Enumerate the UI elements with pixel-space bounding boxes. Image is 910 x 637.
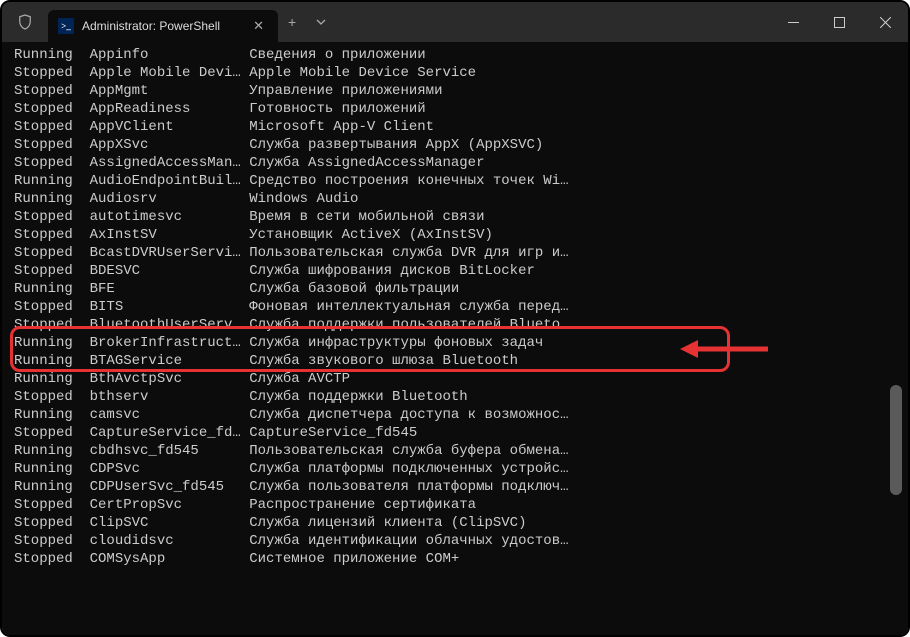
service-row: Stopped BITS Фоновая интеллектуальная сл… (14, 298, 908, 316)
minimize-button[interactable] (770, 2, 816, 42)
close-tab-button[interactable]: ✕ (247, 16, 270, 36)
tab-title: Administrator: PowerShell (82, 19, 239, 33)
service-row: Running camsvc Служба диспетчера доступа… (14, 406, 908, 424)
service-row: Stopped autotimesvc Время в сети мобильн… (14, 208, 908, 226)
scrollbar[interactable] (890, 46, 902, 631)
maximize-button[interactable] (816, 2, 862, 42)
service-row: Stopped bthserv Служба поддержки Bluetoo… (14, 388, 908, 406)
service-row: Stopped COMSysApp Системное приложение C… (14, 550, 908, 568)
service-row: Running BTAGService Служба звукового шлю… (14, 352, 908, 370)
scrollbar-thumb[interactable] (890, 385, 902, 495)
service-row: Running CDPUserSvc_fd545 Служба пользова… (14, 478, 908, 496)
active-tab[interactable]: >_ Administrator: PowerShell ✕ (48, 10, 278, 42)
service-row: Running CDPSvc Служба платформы подключе… (14, 460, 908, 478)
new-tab-button[interactable]: + (278, 2, 306, 42)
service-row: Stopped CertPropSvc Распространение серт… (14, 496, 908, 514)
titlebar: >_ Administrator: PowerShell ✕ + (2, 2, 908, 42)
service-row: Running BFE Служба базовой фильтрации (14, 280, 908, 298)
service-row: Running cbdhsvc_fd545 Пользовательская с… (14, 442, 908, 460)
service-row: Stopped AppXSvc Служба развертывания App… (14, 136, 908, 154)
service-row: Stopped AppVClient Microsoft App-V Clien… (14, 118, 908, 136)
close-window-button[interactable] (862, 2, 908, 42)
service-row: Stopped BluetoothUserServ… Служба поддер… (14, 316, 908, 334)
service-row: Running Appinfo Сведения о приложении (14, 46, 908, 64)
service-row: Stopped Apple Mobile Devi… Apple Mobile … (14, 64, 908, 82)
powershell-icon: >_ (58, 18, 74, 34)
service-row: Stopped ClipSVC Служба лицензий клиента … (14, 514, 908, 532)
service-row: Running Audiosrv Windows Audio (14, 190, 908, 208)
service-row: Stopped AssignedAccessMan… Служба Assign… (14, 154, 908, 172)
service-row: Stopped CaptureService_fd… CaptureServic… (14, 424, 908, 442)
service-row: Running BthAvctpSvc Служба AVCTP (14, 370, 908, 388)
app-shield-icon (2, 2, 48, 42)
terminal-output[interactable]: Running Appinfo Сведения о приложенииSto… (2, 42, 908, 635)
service-row: Stopped AppMgmt Управление приложениями (14, 82, 908, 100)
service-row: Stopped BDESVC Служба шифрования дисков … (14, 262, 908, 280)
service-row: Running BrokerInfrastruct… Служба инфрас… (14, 334, 908, 352)
service-row: Stopped AxInstSV Установщик ActiveX (AxI… (14, 226, 908, 244)
service-row: Stopped AppReadiness Готовность приложен… (14, 100, 908, 118)
service-row: Stopped BcastDVRUserServi… Пользовательс… (14, 244, 908, 262)
service-row: Running AudioEndpointBuil… Средство пост… (14, 172, 908, 190)
tab-dropdown-button[interactable] (306, 2, 336, 42)
service-row: Stopped cloudidsvc Служба идентификации … (14, 532, 908, 550)
